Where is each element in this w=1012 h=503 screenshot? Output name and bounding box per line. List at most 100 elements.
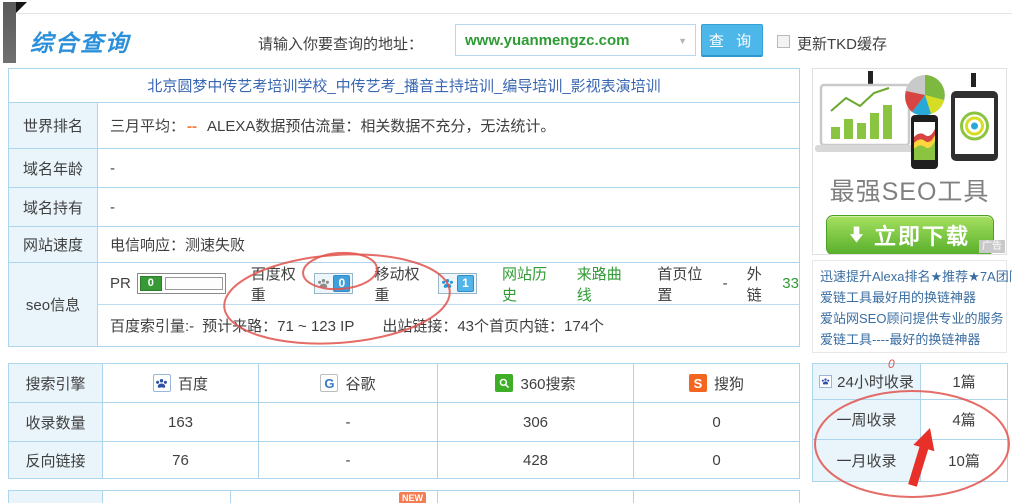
- engine-google[interactable]: G 谷歌: [259, 373, 437, 394]
- backlinks-row-label: 反向链接: [9, 442, 103, 479]
- seo-info-row: seo信息 PR 0 百度权重 0 移动权重: [9, 263, 800, 347]
- engine-sogou[interactable]: S 搜狗: [634, 373, 799, 394]
- google-g-icon: G: [320, 374, 338, 392]
- include-month-label: 一月收录: [813, 440, 921, 482]
- included-row: 收录数量 163 - 306 0: [9, 403, 800, 442]
- google-included: -: [259, 403, 438, 442]
- sidebar-link-alexa[interactable]: 迅速提升Alexa排名★推荐★7A团队: [820, 266, 1006, 287]
- sidebar-link-aizhan[interactable]: 爱站网SEO顾问提供专业的服务: [820, 308, 1006, 329]
- outlink-count-link[interactable]: 33: [782, 275, 799, 292]
- engine-360[interactable]: 360搜索: [438, 373, 633, 394]
- world-rank-prefix: 三月平均：: [110, 118, 185, 135]
- baidu-index-text: 百度索引量:-: [110, 315, 194, 336]
- table-row: 世界排名 三月平均：--ALEXA数据预估流量：相关数据不充分，无法统计。: [9, 103, 800, 149]
- seo-query-page: 综合查询 请输入你要查询的地址： www.yuanmengzc.com ▼ 查 …: [0, 0, 1012, 503]
- pagerank-bar: 0: [137, 273, 226, 294]
- update-tkd-label: 更新TKD缓存: [797, 33, 887, 54]
- baidu-backlinks: 76: [103, 442, 259, 479]
- site-title-link[interactable]: 北京圆梦中传艺考培训学校_中传艺考_播音主持培训_编导培训_影视表演培训: [147, 78, 660, 95]
- mobile-weight-label: 移动权重: [374, 263, 432, 305]
- overview-table: 北京圆梦中传艺考培训学校_中传艺考_播音主持培训_编导培训_影视表演培训 世界排…: [8, 68, 800, 347]
- backlinks-row: 反向链接 76 - 428 0: [9, 442, 800, 479]
- engines-header-label: 搜索引擎: [9, 364, 103, 403]
- 360-included: 306: [438, 403, 634, 442]
- domain-holder-value: -: [98, 188, 800, 227]
- world-rank-value: 三月平均：-- ALEXA数据预估流量：相关数据不充分，无法统计。: [98, 103, 800, 149]
- include-week-row: 一周收录 4篇: [813, 400, 1008, 440]
- engine-name: 360搜索: [520, 373, 575, 394]
- query-button[interactable]: 查 询: [701, 24, 763, 57]
- domain-age-value: -: [98, 149, 800, 188]
- ad-title: 最强SEO工具: [813, 172, 1006, 208]
- 360-backlinks: 428: [438, 442, 634, 479]
- seo-info-line1: PR 0 百度权重 0 移动权重 1: [98, 264, 799, 305]
- pagerank-value: 0: [140, 276, 162, 291]
- engine-name: 谷歌: [345, 373, 375, 394]
- address-input[interactable]: www.yuanmengzc.com ▼: [455, 24, 696, 56]
- new-badge: NEW: [399, 492, 426, 503]
- outlink-label: 外链: [747, 263, 776, 305]
- site-history-link[interactable]: 网站历史: [502, 263, 560, 305]
- engines-table: 搜索引擎 百度 G 谷歌 360搜索 S 搜狗 收录数量 163 - 306 0 反…: [8, 363, 800, 479]
- header-divider: [17, 13, 1012, 14]
- include-month-value: 10篇: [921, 440, 1008, 482]
- address-input-label: 请输入你要查询的地址：: [258, 33, 423, 54]
- world-rank-dash: --: [187, 118, 197, 135]
- site-speed-value: 电信响应：测速失败: [98, 227, 800, 263]
- paw-icon: [819, 375, 832, 388]
- mobile-weight-value: 1: [457, 275, 474, 292]
- baidu-included: 163: [103, 403, 259, 442]
- seo-info-label: seo信息: [9, 263, 98, 347]
- include-24h-label: 24小时收录: [837, 371, 914, 392]
- estimated-visits-text: 预计来路：71 ~ 123 IP: [202, 315, 354, 336]
- include-month-row: 一月收录 10篇: [813, 440, 1008, 482]
- homepage-position-label: 首页位置: [657, 263, 715, 305]
- traffic-curve-link[interactable]: 来路曲线: [577, 263, 635, 305]
- update-tkd-checkbox[interactable]: [777, 35, 790, 48]
- sogou-included: 0: [634, 403, 800, 442]
- left-ribbon-decoration: [3, 2, 16, 63]
- sidebar-link-ailink2[interactable]: 爱链工具----最好的换链神器: [820, 329, 1006, 350]
- included-row-label: 收录数量: [9, 403, 103, 442]
- site-speed-label: 网站速度: [9, 227, 98, 263]
- sidebar-links: 迅速提升Alexa排名★推荐★7A团队 爱链工具最好用的换链神器 爱站网SEO顾…: [812, 260, 1007, 353]
- paw-icon: [441, 277, 454, 290]
- download-arrow-icon: [849, 226, 864, 244]
- table-row: 域名年龄 -: [9, 149, 800, 188]
- sogou-s-icon: S: [689, 374, 707, 392]
- download-button-label: 立即下载: [874, 219, 970, 251]
- seo-tools-illustration: [813, 71, 1006, 171]
- include-24h-value: 1篇: [921, 364, 1008, 400]
- sogou-backlinks: 0: [634, 442, 800, 479]
- engine-baidu[interactable]: 百度: [103, 373, 258, 394]
- world-rank-suffix: ALEXA数据预估流量：相关数据不充分，无法统计。: [207, 118, 555, 135]
- domain-age-label: 域名年龄: [9, 149, 98, 188]
- include-stats-table: 24小时收录 1篇 一周收录 4篇 一月收录 10篇: [812, 363, 1008, 482]
- ribbon-fold-triangle: [16, 2, 27, 13]
- baidu-paw-icon: [153, 374, 171, 392]
- site-title-row: 北京圆梦中传艺考培训学校_中传艺考_播音主持培训_编导培训_影视表演培训: [9, 69, 800, 103]
- include-24h-superscript: 0: [888, 357, 895, 371]
- baidu-weight-badge[interactable]: 0: [314, 273, 353, 294]
- pagerank-empty-bar: [165, 277, 223, 290]
- mobile-weight-badge[interactable]: 1: [438, 273, 477, 294]
- pr-label: PR: [110, 275, 131, 292]
- paw-icon: [317, 277, 330, 290]
- include-week-value: 4篇: [921, 400, 1008, 440]
- domain-holder-label: 域名持有: [9, 188, 98, 227]
- download-now-button[interactable]: 立即下载: [826, 215, 994, 255]
- address-value[interactable]: www.yuanmengzc.com: [465, 32, 629, 49]
- include-24h-row: 24小时收录 1篇: [813, 364, 1008, 400]
- engines-header-row: 搜索引擎 百度 G 谷歌 360搜索 S 搜狗: [9, 364, 800, 403]
- table-row: 域名持有 -: [9, 188, 800, 227]
- page-title: 综合查询: [30, 24, 130, 58]
- sidebar-link-ailink1[interactable]: 爱链工具最好用的换链神器: [820, 287, 1006, 308]
- 360-magnifier-icon: [495, 374, 513, 392]
- seo-info-line2: 百度索引量:- 预计来路：71 ~ 123 IP 出站链接：43个首页内链：17…: [98, 305, 799, 346]
- dropdown-arrow-icon[interactable]: ▼: [678, 36, 687, 46]
- seo-tool-ad[interactable]: 最强SEO工具 立即下载 广告: [812, 68, 1007, 255]
- engine-name: 百度: [178, 373, 208, 394]
- engine-name: 搜狗: [714, 373, 744, 394]
- include-week-label: 一周收录: [813, 400, 921, 440]
- baidu-weight-value: 0: [333, 275, 350, 292]
